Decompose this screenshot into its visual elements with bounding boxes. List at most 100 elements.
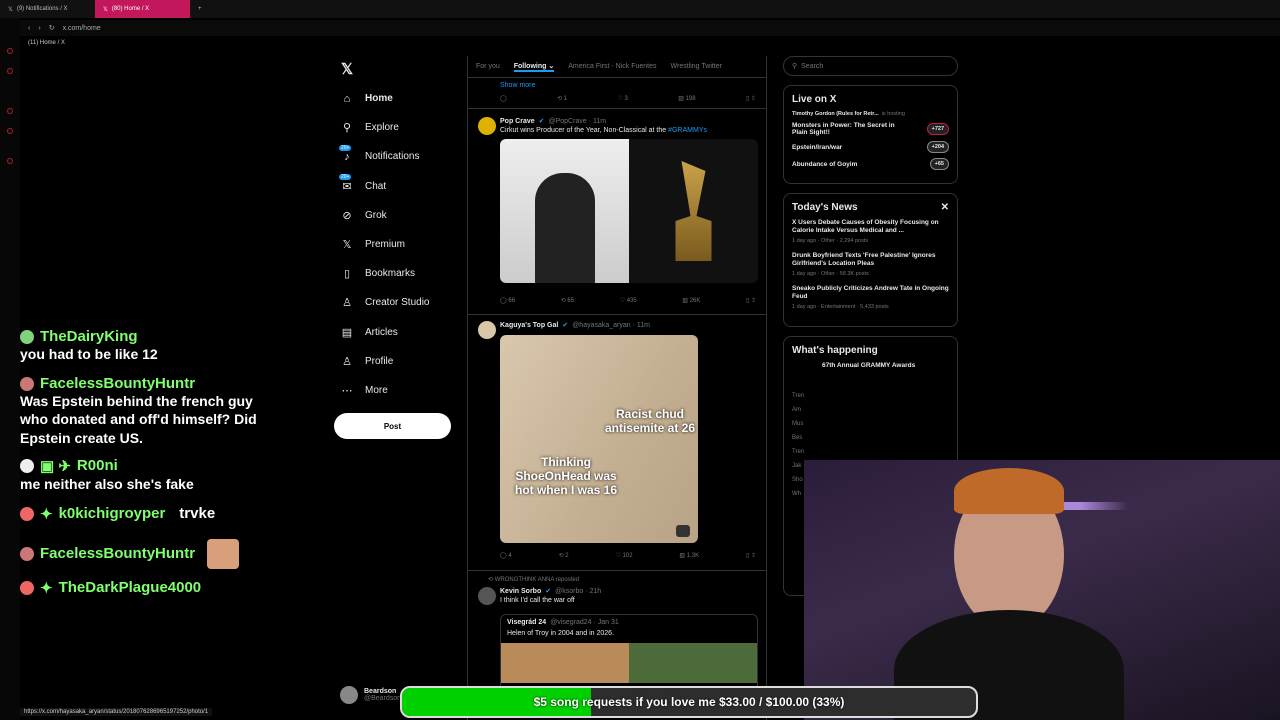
space-item[interactable]: Epstein/Iran/war +204	[792, 141, 949, 153]
browser-sidebar	[0, 18, 20, 720]
sidebar-icon[interactable]	[7, 68, 13, 74]
browser-tab-notifications[interactable]: 𝕏 (9) Notifications / X	[0, 0, 95, 18]
views-button[interactable]: ▥ 198	[678, 95, 695, 102]
quote-tweet[interactable]: Visegrád 24 @visegrad24 · Jan 31 Helen of…	[500, 614, 758, 694]
tweet[interactable]: Pop Crave ✔ @PopCrave · 11m Cirkut wins Pr…	[468, 109, 766, 315]
author-handle: @hayasaka_aryan · 11m	[572, 321, 650, 329]
bookmark-icon[interactable]: ▯ ⇪	[746, 297, 756, 304]
gif-icon[interactable]	[676, 525, 690, 537]
timeline-tabs: For you Following ⌄ America First - Nick…	[468, 56, 766, 78]
author-handle: @PopCrave · 11m	[548, 117, 607, 125]
browser-tab-bar: 𝕏 (9) Notifications / X 𝕏 (80) Home / X +	[0, 0, 1280, 18]
repost-button[interactable]: ⟲ 2	[559, 552, 569, 559]
tweet-media[interactable]	[500, 139, 758, 283]
user-badge-icon	[20, 580, 34, 595]
main-nav: ⌂ Home ⚲ Explore ♪ 20+ Notifications ✉ 20+ Cha…	[334, 84, 454, 405]
search-icon: ⚲	[342, 122, 352, 135]
hashtag-link[interactable]: #GRAMMYs	[668, 127, 707, 134]
tweet[interactable]: Kaguya's Top Gal ✔ @hayasaka_aryan · 11m R…	[468, 315, 766, 571]
like-button[interactable]: ♡ 3	[617, 95, 627, 102]
quote-media	[501, 643, 757, 683]
webcam-overlay	[804, 460, 1280, 720]
space-item[interactable]: Abundance of Goyim +65	[792, 158, 949, 170]
tab-for-you[interactable]: For you	[476, 63, 500, 70]
search-input[interactable]: ⚲ Search	[783, 56, 958, 76]
news-item[interactable]: X Users Debate Causes of Obesity Focusin…	[792, 219, 949, 244]
user-avatar-icon	[20, 376, 34, 391]
space-item[interactable]: Monsters in Power: The Secret in Plain S…	[792, 122, 949, 136]
tweet-header: Pop Crave ✔ @PopCrave · 11m	[500, 117, 758, 126]
sidebar-icon[interactable]	[7, 48, 13, 54]
forward-icon[interactable]: ›	[38, 25, 40, 32]
like-button[interactable]: ♡ 435	[620, 297, 637, 304]
nav-premium[interactable]: 𝕏 Premium	[334, 230, 454, 259]
person-icon: ♙	[342, 355, 352, 368]
show-more-link[interactable]: Show more	[468, 78, 766, 89]
stream-chat-overlay: TheDairyKing you had to be like 12 Facel…	[20, 300, 280, 597]
nav-notifications[interactable]: ♪ 20+ Notifications	[334, 142, 454, 171]
nav-more[interactable]: ⋯ More	[334, 376, 454, 405]
nav-articles[interactable]: ▤ Articles	[334, 318, 454, 347]
views-button[interactable]: ▥ 1.3K	[679, 552, 699, 559]
x-logo-icon[interactable]: 𝕏	[341, 60, 353, 78]
like-button[interactable]: ♡ 102	[616, 552, 633, 559]
chat-message: trvke	[179, 505, 216, 523]
sidebar-icon[interactable]	[7, 128, 13, 134]
repost-button[interactable]: ⟲ 1	[557, 95, 567, 102]
tweet-media[interactable]: Racist chud antisemite at 26 Thinking Sh…	[500, 335, 698, 543]
bookmark-icon: ▯	[343, 268, 351, 281]
trend-item[interactable]: 67th Annual GRAMMY Awards	[792, 362, 949, 369]
verified-icon: ✔	[538, 118, 545, 125]
nav-explore[interactable]: ⚲ Explore	[334, 113, 454, 142]
sparkle-icon: ✦	[40, 579, 53, 597]
author-name[interactable]: Pop Crave	[500, 118, 535, 125]
reply-button[interactable]: ◯ 4	[500, 552, 512, 559]
tweet-header: Kaguya's Top Gal ✔ @hayasaka_aryan · 11m	[500, 321, 758, 330]
repost-button[interactable]: ⟲ 65	[561, 297, 574, 304]
nav-creator-studio[interactable]: ♙ Creator Studio	[334, 288, 454, 317]
nav-bookmarks[interactable]: ▯ Bookmarks	[334, 259, 454, 288]
news-item[interactable]: Drunk Boyfriend Texts 'Free Palestine' I…	[792, 252, 949, 277]
nav-chat[interactable]: ✉ 20+ Chat	[334, 172, 454, 201]
browser-tab-home[interactable]: 𝕏 (80) Home / X	[95, 0, 190, 18]
url-text[interactable]: x.com/home	[63, 25, 101, 32]
bookmark-icon[interactable]: ▯ ⇪	[746, 552, 756, 559]
verified-icon: ✔	[562, 322, 569, 329]
news-item[interactable]: Sneako Publicly Criticizes Andrew Tate i…	[792, 285, 949, 310]
tab-list-america-first[interactable]: America First - Nick Fuentes	[568, 63, 656, 70]
bookmark-icon[interactable]: ▯ ⇪	[746, 95, 756, 102]
author-name[interactable]: Kaguya's Top Gal	[500, 322, 558, 329]
space-host[interactable]: Timothy Gordon (Rules for Retr... is host…	[792, 111, 949, 117]
close-icon[interactable]: ✕	[941, 202, 949, 213]
post-button[interactable]: Post	[334, 413, 451, 439]
nav-home[interactable]: ⌂ Home	[334, 84, 454, 113]
author-name[interactable]: Kevin Sorbo	[500, 588, 541, 595]
reload-icon[interactable]: ↻	[49, 24, 55, 32]
mail-icon: ✉ 20+	[339, 174, 352, 193]
search-icon: ⚲	[792, 63, 798, 70]
sidebar-icon[interactable]	[7, 158, 13, 164]
author-handle: @ksorbo · 21h	[555, 587, 602, 595]
views-button[interactable]: ▥ 26K	[682, 297, 700, 304]
account-switcher[interactable]: Beardson @Beardson	[340, 686, 401, 704]
reply-button[interactable]: ◯ 66	[500, 297, 515, 304]
x-icon: 𝕏	[342, 239, 352, 252]
sidebar-icon[interactable]	[7, 108, 13, 114]
status-url: https://x.com/hayasaka_aryan/status/2018…	[20, 708, 213, 716]
chat-message: me neither also she's fake	[20, 475, 194, 492]
back-icon[interactable]: ‹	[28, 25, 30, 32]
nav-grok[interactable]: ⊘ Grok	[334, 201, 454, 230]
emote-icon	[207, 538, 240, 569]
chat-username: TheDairyKing	[20, 328, 280, 345]
tab-list-wrestling[interactable]: Wrestling Twitter	[671, 63, 722, 70]
card-title: Today's News	[792, 202, 858, 213]
user-badge-icon	[20, 329, 34, 344]
notification-badge: 20+	[339, 144, 352, 151]
nav-profile[interactable]: ♙ Profile	[334, 347, 454, 376]
quote-author: Visegrád 24	[507, 619, 547, 626]
address-bar[interactable]: ‹ › ↻ x.com/home	[0, 20, 1280, 36]
new-tab-button[interactable]: +	[190, 0, 210, 18]
reply-icon[interactable]: ◯	[500, 95, 507, 102]
tab-following[interactable]: Following ⌄	[513, 62, 555, 72]
chat-badge: 20+	[339, 174, 352, 181]
